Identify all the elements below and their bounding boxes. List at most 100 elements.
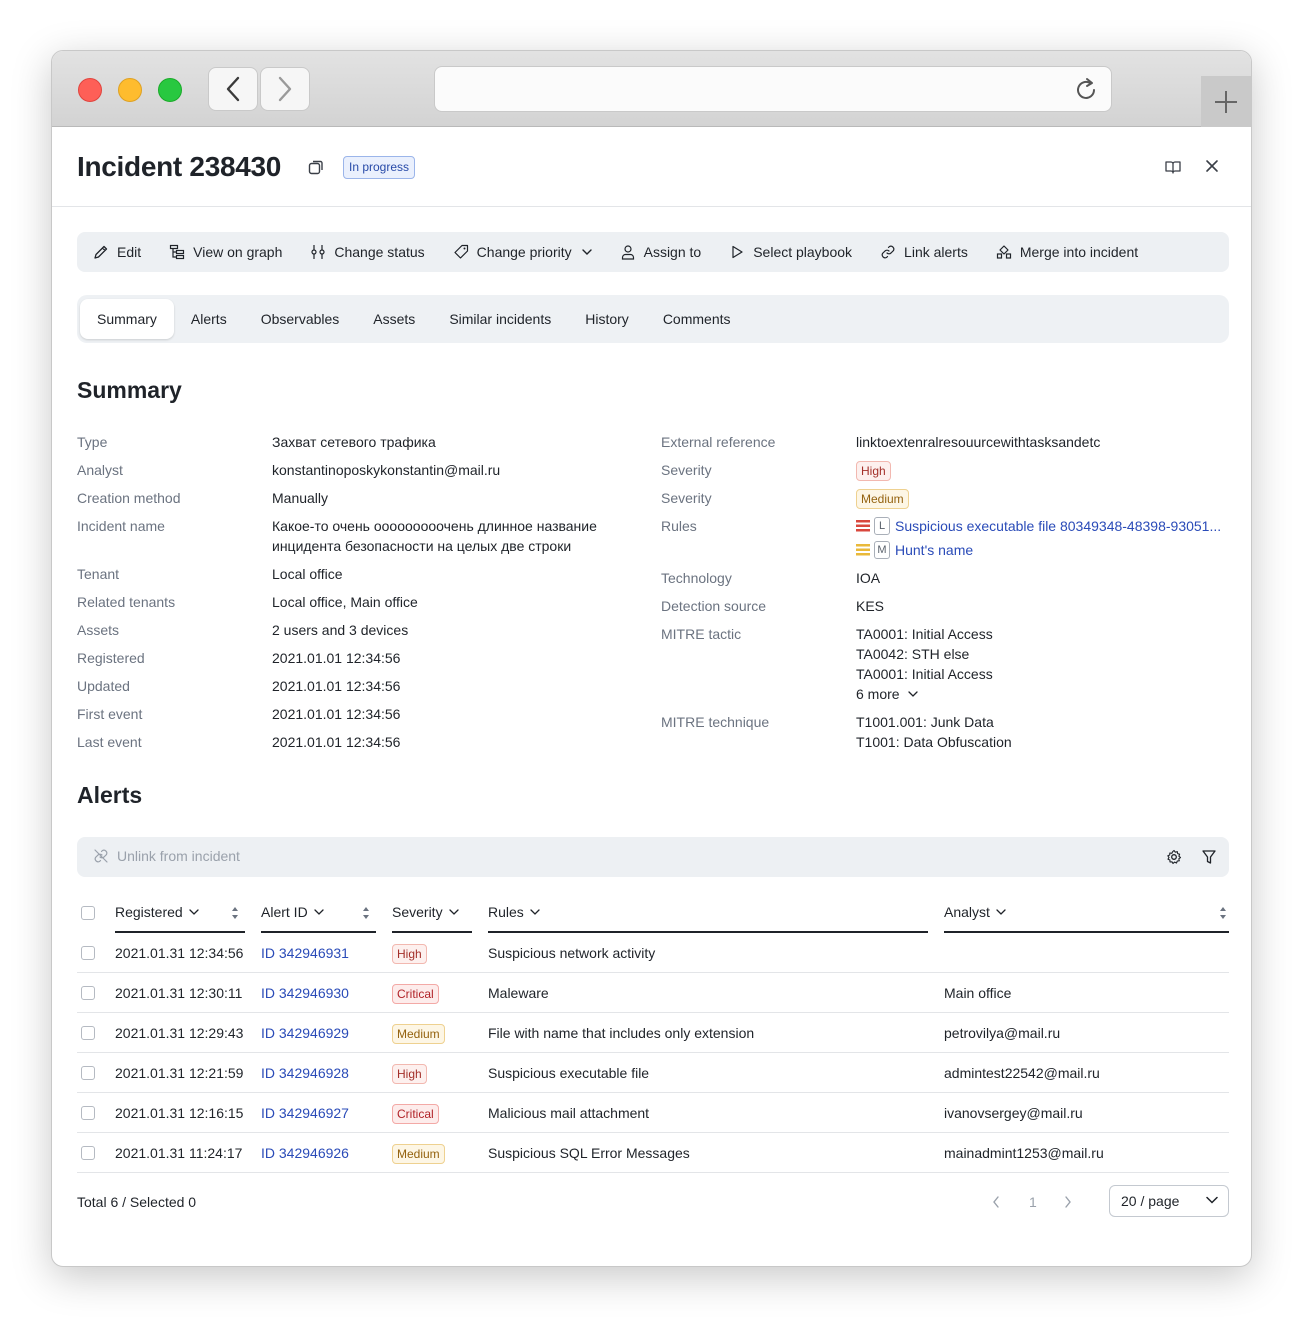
address-bar[interactable]: [434, 66, 1112, 112]
next-page-icon[interactable]: [1064, 1196, 1072, 1208]
chevron-down-icon: [448, 909, 459, 915]
rule-item[interactable]: L Suspicious executable file 80349348-48…: [856, 516, 1231, 536]
severity-badge: High: [392, 944, 427, 964]
table-row[interactable]: 2021.01.31 12:30:11 ID 342946930 Critica…: [77, 973, 1229, 1013]
alert-id-link[interactable]: ID 342946927: [261, 1093, 349, 1133]
minimize-window-button[interactable]: [118, 78, 142, 102]
assets-link[interactable]: 2 users and 3 devices: [272, 620, 408, 640]
chevron-left-icon: [226, 76, 240, 102]
sort-icon[interactable]: [362, 906, 370, 920]
mitre-technique-link[interactable]: T1001: Data Obfuscation: [856, 732, 1012, 752]
chevron-down-icon: [581, 249, 592, 255]
unlink-icon: [94, 849, 108, 863]
registered-label: Registered: [77, 650, 145, 666]
page-number[interactable]: 1: [1029, 1194, 1037, 1210]
merge-into-incident-button[interactable]: Merge into incident: [996, 244, 1138, 260]
chevron-down-icon: [1206, 1196, 1218, 1204]
rule-link[interactable]: Suspicious executable file 80349348-4839…: [895, 516, 1221, 536]
select-playbook-button[interactable]: Select playbook: [729, 244, 852, 260]
related-tenants-value: Local office, Main office: [272, 594, 418, 610]
copy-icon[interactable]: [308, 159, 324, 175]
tab-observables[interactable]: Observables: [244, 299, 357, 339]
registered-cell: 2021.01.31 12:21:59: [115, 1065, 244, 1081]
row-checkbox[interactable]: [81, 1066, 95, 1080]
registered-cell: 2021.01.31 12:16:15: [115, 1105, 244, 1121]
analyst-cell: Main office: [944, 985, 1012, 1001]
sort-icon[interactable]: [231, 906, 239, 920]
alert-id-link[interactable]: ID 342946928: [261, 1053, 349, 1093]
rule-link[interactable]: Hunt's name: [895, 540, 973, 560]
assign-to-button[interactable]: Assign to: [620, 244, 701, 260]
tab-summary[interactable]: Summary: [80, 299, 174, 339]
table-row[interactable]: 2021.01.31 12:21:59 ID 342946928 High Su…: [77, 1053, 1229, 1093]
table-row[interactable]: 2021.01.31 12:34:56 ID 342946931 High Su…: [77, 933, 1229, 973]
type-label: Type: [77, 434, 108, 450]
select-all-checkbox[interactable]: [81, 906, 95, 920]
rule-item[interactable]: M Hunt's name: [856, 540, 1231, 560]
tab-similar-incidents[interactable]: Similar incidents: [432, 299, 568, 339]
forward-button[interactable]: [260, 67, 310, 111]
summary-right-column: External reference linktoextenralresouur…: [661, 432, 1231, 762]
column-analyst[interactable]: Analyst: [944, 893, 1229, 933]
page-size-select[interactable]: 20 / page: [1109, 1185, 1229, 1217]
sort-icon[interactable]: [1219, 906, 1227, 920]
mitre-technique-link[interactable]: T1001.001: Junk Data: [856, 712, 994, 732]
filter-icon[interactable]: [1201, 849, 1217, 865]
chevron-right-icon: [278, 76, 292, 102]
alert-id-link[interactable]: ID 342946930: [261, 973, 349, 1013]
new-tab-button[interactable]: [1201, 76, 1251, 127]
mitre-tactic-link[interactable]: TA0001: Initial Access: [856, 624, 993, 644]
gear-icon[interactable]: [1166, 849, 1182, 865]
table-row[interactable]: 2021.01.31 11:24:17 ID 342946926 Medium …: [77, 1133, 1229, 1173]
browser-titlebar: [52, 51, 1251, 127]
column-severity[interactable]: Severity: [392, 893, 472, 933]
alert-id-link[interactable]: ID 342946926: [261, 1133, 349, 1173]
unlink-from-incident-button[interactable]: Unlink from incident: [93, 848, 240, 864]
severity-badge-high: High: [856, 461, 891, 481]
tab-assets[interactable]: Assets: [356, 299, 432, 339]
change-priority-button[interactable]: Change priority: [453, 244, 592, 260]
back-button[interactable]: [208, 67, 258, 111]
tab-history[interactable]: History: [568, 299, 646, 339]
analyst-value: konstantinoposkykonstantin@mail.ru: [272, 462, 501, 478]
registered-cell: 2021.01.31 12:34:56: [115, 945, 244, 961]
table-row[interactable]: 2021.01.31 12:16:15 ID 342946927 Critica…: [77, 1093, 1229, 1133]
severity-badge: Critical: [392, 1104, 439, 1124]
alert-id-link[interactable]: ID 342946931: [261, 933, 349, 973]
row-checkbox[interactable]: [81, 1146, 95, 1160]
summary-left-column: Type Захват сетевого трафика Analyst kon…: [77, 432, 637, 762]
close-icon[interactable]: [1205, 159, 1219, 173]
table-row[interactable]: 2021.01.31 12:29:43 ID 342946929 Medium …: [77, 1013, 1229, 1053]
pencil-icon: [94, 245, 108, 259]
detection-source-label: Detection source: [661, 598, 767, 614]
column-rules[interactable]: Rules: [488, 893, 928, 933]
maximize-window-button[interactable]: [158, 78, 182, 102]
reload-icon[interactable]: [1073, 77, 1099, 103]
alert-id-link[interactable]: ID 342946929: [261, 1013, 349, 1053]
mitre-technique-label: MITRE technique: [661, 714, 770, 730]
user-icon: [621, 245, 634, 260]
status-flow-icon: [311, 245, 325, 259]
edit-button[interactable]: Edit: [93, 244, 141, 260]
prev-page-icon[interactable]: [992, 1196, 1000, 1208]
row-checkbox[interactable]: [81, 986, 95, 1000]
mitre-tactic-link[interactable]: TA0042: STH else: [856, 644, 969, 664]
row-checkbox[interactable]: [81, 1106, 95, 1120]
link-alerts-button[interactable]: Link alerts: [880, 244, 968, 260]
column-registered[interactable]: Registered: [115, 893, 245, 933]
tab-alerts[interactable]: Alerts: [174, 299, 244, 339]
mitre-tactic-link[interactable]: TA0001: Initial Access: [856, 664, 993, 684]
view-on-graph-button[interactable]: View on graph: [169, 244, 282, 260]
column-alert-id[interactable]: Alert ID: [261, 893, 376, 933]
row-checkbox[interactable]: [81, 1026, 95, 1040]
book-icon[interactable]: [1165, 159, 1181, 175]
row-checkbox[interactable]: [81, 946, 95, 960]
alerts-heading: Alerts: [77, 782, 143, 808]
show-more-tactics-button[interactable]: 6 more: [856, 684, 918, 704]
close-window-button[interactable]: [78, 78, 102, 102]
rules-list: L Suspicious executable file 80349348-48…: [856, 516, 1231, 560]
rules-label: Rules: [661, 518, 697, 534]
change-status-button[interactable]: Change status: [310, 244, 425, 260]
tab-comments[interactable]: Comments: [646, 299, 748, 339]
external-reference-link[interactable]: linktoextenralresouurcewithtasksandetc: [856, 432, 1100, 452]
